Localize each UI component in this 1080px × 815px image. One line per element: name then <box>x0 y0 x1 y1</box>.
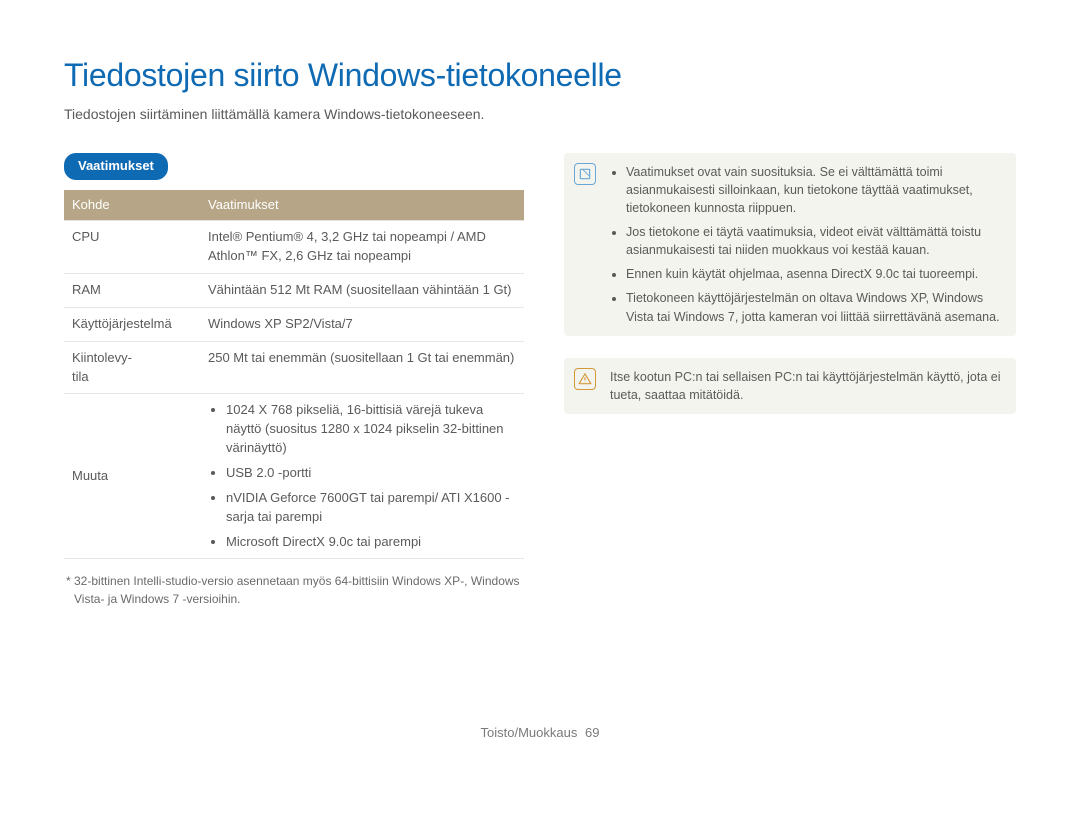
table-header-vaatimukset: Vaatimukset <box>200 190 524 221</box>
list-item: USB 2.0 -portti <box>226 464 516 483</box>
list-item: Microsoft DirectX 9.0c tai parempi <box>226 533 516 552</box>
left-column: Vaatimukset Kohde Vaatimukset CPU Intel®… <box>64 153 524 608</box>
section-pill-requirements: Vaatimukset <box>64 153 168 180</box>
cell-hdd-value: 250 Mt tai enemmän (suositellaan 1 Gt ta… <box>200 341 524 394</box>
cell-other-label: Muuta <box>64 394 200 559</box>
cell-ram-value: Vähintään 512 Mt RAM (suositellaan vähin… <box>200 274 524 308</box>
requirements-table: Kohde Vaatimukset CPU Intel® Pentium® 4,… <box>64 190 524 560</box>
content-columns: Vaatimukset Kohde Vaatimukset CPU Intel®… <box>64 153 1016 608</box>
other-list: 1024 X 768 pikseliä, 16-bittisiä värejä … <box>208 401 516 551</box>
list-item: nVIDIA Geforce 7600GT tai parempi/ ATI X… <box>226 489 516 527</box>
page-footer: Toisto/Muokkaus 69 <box>0 724 1080 743</box>
cell-os-label: Käyttöjärjestelmä <box>64 307 200 341</box>
footer-section: Toisto/Muokkaus <box>481 725 578 740</box>
footnote: * 32-bittinen Intelli-studio-versio asen… <box>64 573 524 608</box>
list-item: 1024 X 768 pikseliä, 16-bittisiä värejä … <box>226 401 516 458</box>
table-row: RAM Vähintään 512 Mt RAM (suositellaan v… <box>64 274 524 308</box>
table-row: Kiintolevy- tila 250 Mt tai enemmän (suo… <box>64 341 524 394</box>
cell-other-value: 1024 X 768 pikseliä, 16-bittisiä värejä … <box>200 394 524 559</box>
table-row: CPU Intel® Pentium® 4, 3,2 GHz tai nopea… <box>64 221 524 274</box>
cell-cpu-label: CPU <box>64 221 200 274</box>
note-icon <box>574 163 596 185</box>
right-column: Vaatimukset ovat vain suosituksia. Se ei… <box>564 153 1016 608</box>
list-item: Jos tietokone ei täytä vaatimuksia, vide… <box>626 223 1002 259</box>
note-box: Vaatimukset ovat vain suosituksia. Se ei… <box>564 153 1016 336</box>
warning-box: Itse kootun PC:n tai sellaisen PC:n tai … <box>564 358 1016 414</box>
table-header-kohde: Kohde <box>64 190 200 221</box>
page-subtitle: Tiedostojen siirtäminen liittämällä kame… <box>64 104 1016 124</box>
page: Tiedostojen siirto Windows-tietokoneelle… <box>0 0 1080 763</box>
warning-icon <box>574 368 596 390</box>
list-item: Tietokoneen käyttöjärjestelmän on oltava… <box>626 289 1002 325</box>
list-item: Ennen kuin käytät ohjelmaa, asenna Direc… <box>626 265 1002 283</box>
footer-page-number: 69 <box>585 725 599 740</box>
table-row: Käyttöjärjestelmä Windows XP SP2/Vista/7 <box>64 307 524 341</box>
cell-os-value: Windows XP SP2/Vista/7 <box>200 307 524 341</box>
cell-hdd-label: Kiintolevy- tila <box>64 341 200 394</box>
note-list: Vaatimukset ovat vain suosituksia. Se ei… <box>610 163 1002 326</box>
table-row: Muuta 1024 X 768 pikseliä, 16-bittisiä v… <box>64 394 524 559</box>
cell-ram-label: RAM <box>64 274 200 308</box>
page-title: Tiedostojen siirto Windows-tietokoneelle <box>64 52 1016 98</box>
list-item: Vaatimukset ovat vain suosituksia. Se ei… <box>626 163 1002 217</box>
cell-cpu-value: Intel® Pentium® 4, 3,2 GHz tai nopeampi … <box>200 221 524 274</box>
warning-text: Itse kootun PC:n tai sellaisen PC:n tai … <box>610 368 1002 404</box>
